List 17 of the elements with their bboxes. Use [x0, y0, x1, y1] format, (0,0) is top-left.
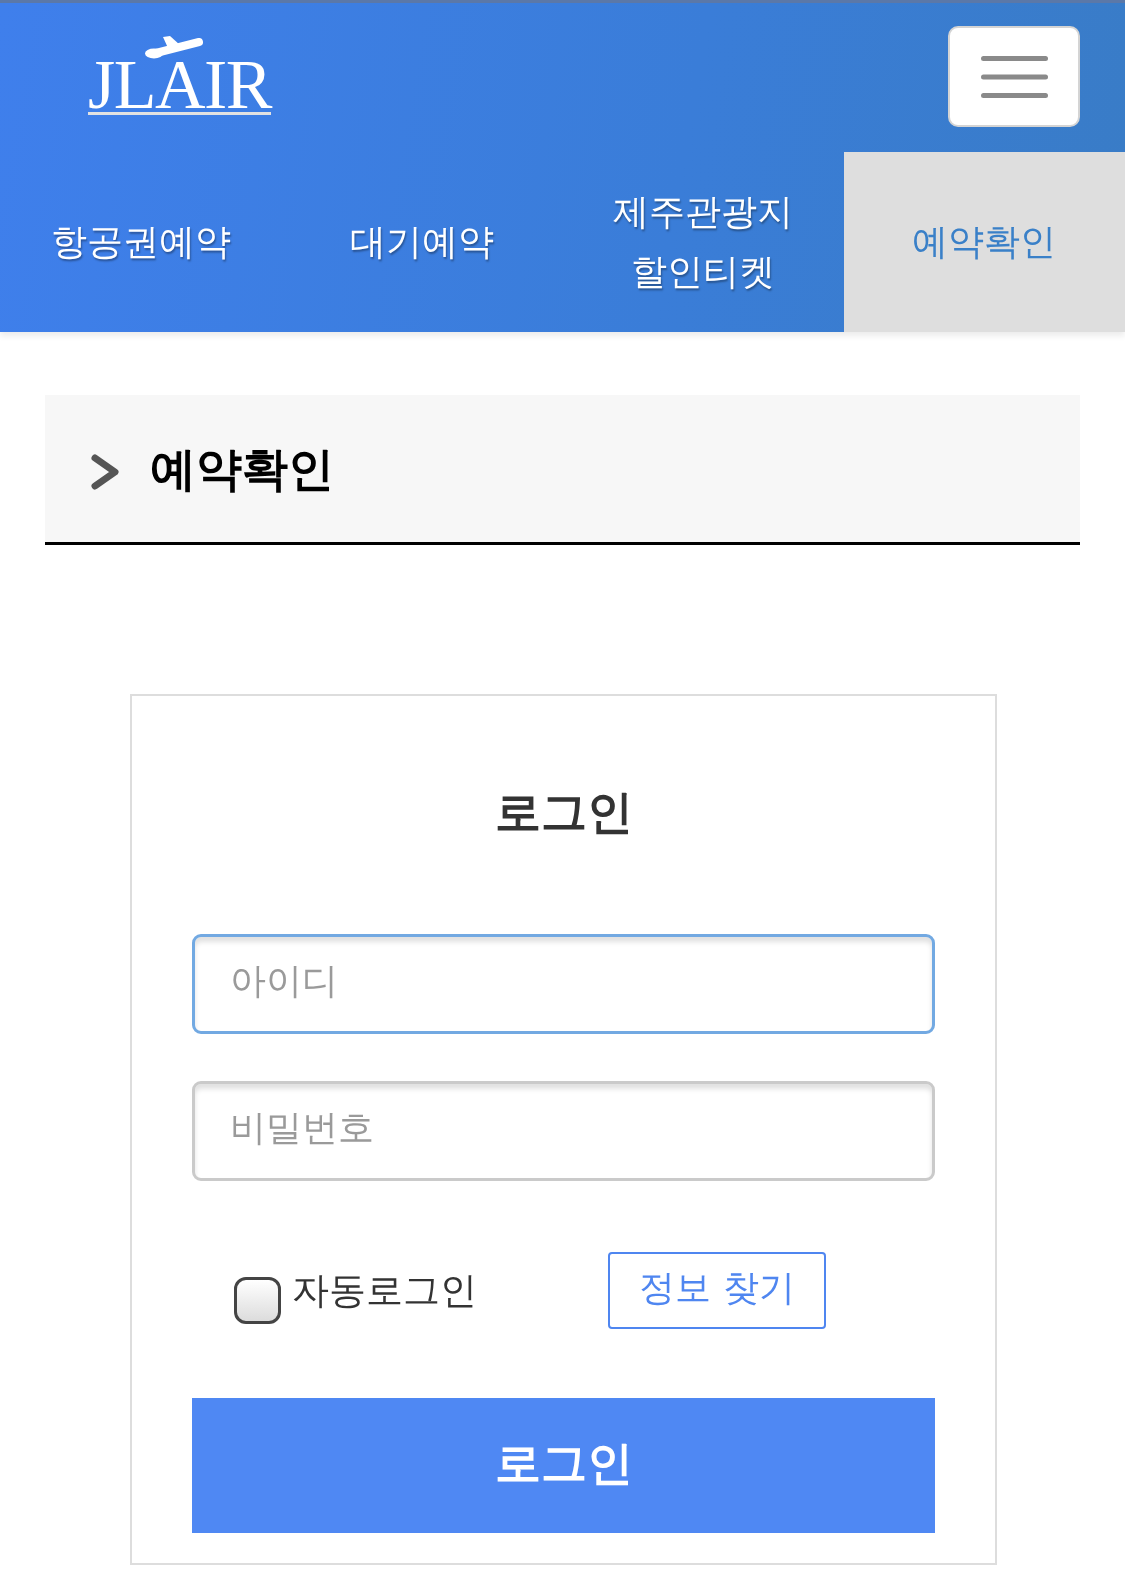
menu-icon: [980, 55, 1048, 98]
page-title: 예약확인: [150, 440, 334, 498]
nav-tab[interactable]: 항공권예약: [0, 152, 282, 332]
find-info-button[interactable]: 정보 찾기: [608, 1252, 826, 1329]
id-field[interactable]: 아이디: [192, 934, 935, 1034]
chevron-icon: [91, 453, 119, 490]
logo-link[interactable]: JLAIR: [88, 35, 272, 115]
auto-login-label: 자동로그인: [292, 1267, 477, 1314]
nav-tab[interactable]: 예약확인: [843, 152, 1125, 332]
login-title: 로그인: [493, 784, 634, 840]
nav-tab[interactable]: 대기예약: [281, 152, 563, 332]
airplane-icon: [144, 35, 204, 59]
password-field[interactable]: 비밀번호: [192, 1081, 935, 1181]
login-button[interactable]: 로그인: [192, 1398, 935, 1533]
auto-login-checkbox[interactable]: [234, 1277, 281, 1324]
menu-button[interactable]: [948, 26, 1080, 127]
nav-tab[interactable]: 제주관광지 할인티켓: [562, 152, 844, 332]
